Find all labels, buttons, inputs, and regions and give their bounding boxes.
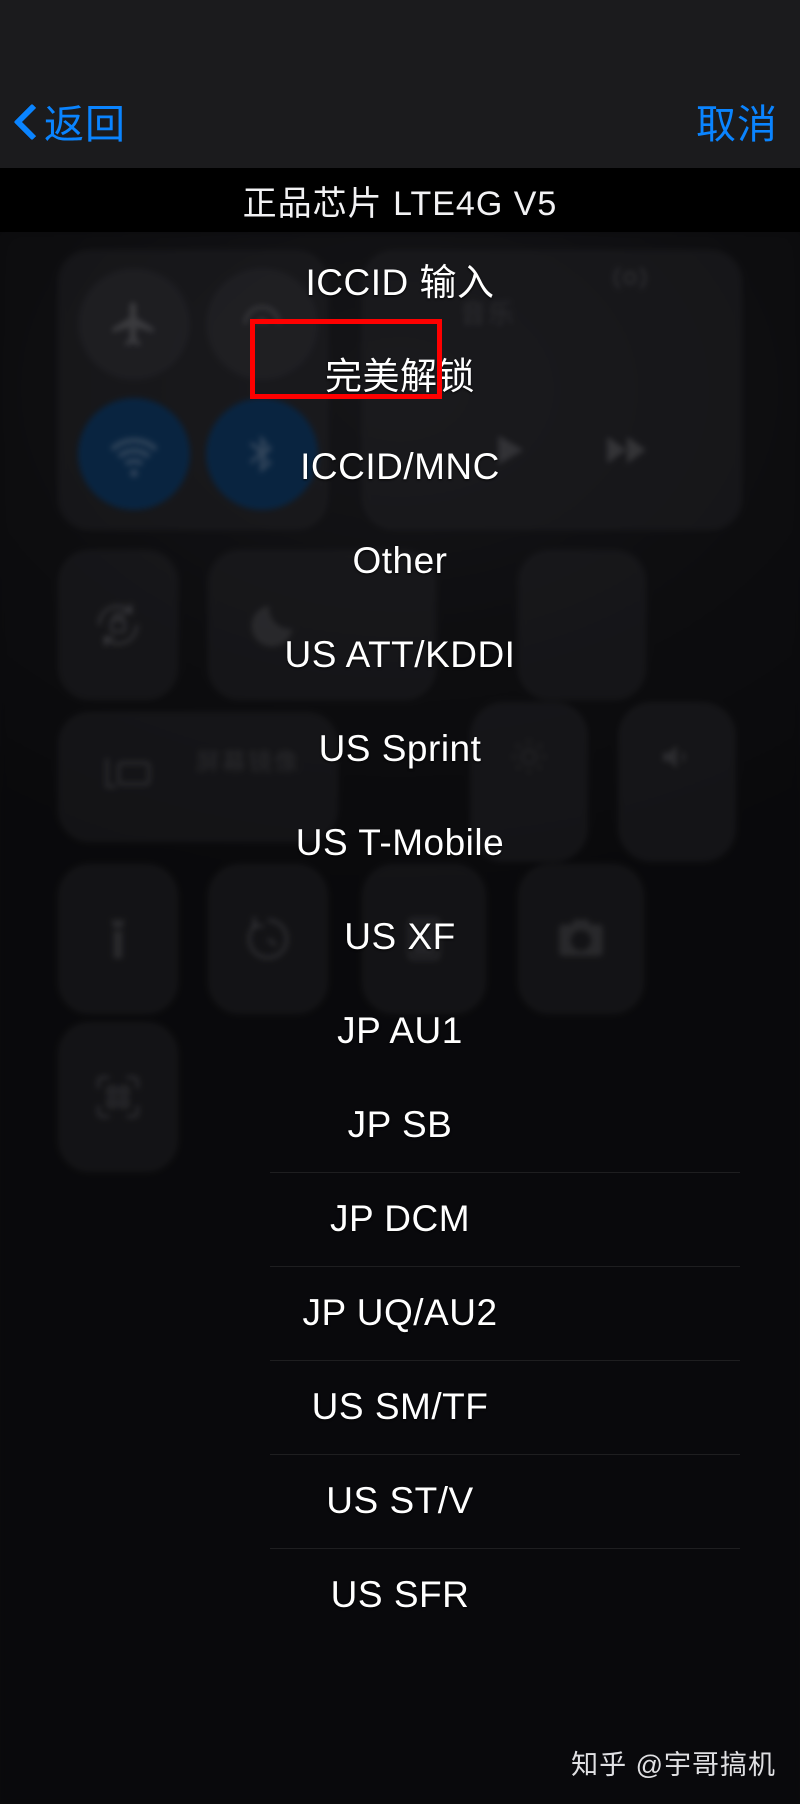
option-row[interactable]: US ST/V xyxy=(0,1454,800,1548)
option-label: US SM/TF xyxy=(311,1386,489,1427)
option-label: US ATT/KDDI xyxy=(284,634,516,675)
watermark: 知乎 @宇哥搞机 xyxy=(571,1750,776,1780)
option-label: JP SB xyxy=(347,1104,453,1145)
option-label: JP AU1 xyxy=(337,1010,463,1051)
option-label: US Sprint xyxy=(318,728,482,769)
carrier-option-list: ICCID 输入 完美解锁 ICCID/MNC Other US ATT/KDDI US … xyxy=(0,232,800,1642)
back-button[interactable]: 返回 xyxy=(14,92,126,150)
option-label: US T-Mobile xyxy=(295,822,505,863)
option-label: ICCID 输入 xyxy=(305,262,495,303)
option-label: ICCID/MNC xyxy=(300,446,500,487)
option-label: Other xyxy=(352,540,448,581)
option-row[interactable]: 完美解锁 xyxy=(0,326,800,420)
option-row[interactable]: JP DCM xyxy=(0,1172,800,1266)
option-row[interactable]: JP AU1 xyxy=(0,984,800,1078)
option-label: JP DCM xyxy=(329,1198,471,1239)
option-row[interactable]: US T-Mobile xyxy=(0,796,800,890)
option-row[interactable]: US ATT/KDDI xyxy=(0,608,800,702)
option-label: 完美解锁 xyxy=(325,356,475,397)
phone-screen: 音乐 屏幕镜像 返回 取消 正品芯片 LTE4G V5 ICCID 输入 完美解… xyxy=(0,0,800,1804)
option-row[interactable]: ICCID 输入 xyxy=(0,232,800,326)
title-bar: 正品芯片 LTE4G V5 xyxy=(0,168,800,232)
chevron-left-icon xyxy=(14,103,36,139)
option-row[interactable]: Other xyxy=(0,514,800,608)
option-label: US XF xyxy=(344,916,456,957)
option-row[interactable]: US Sprint xyxy=(0,702,800,796)
option-label: US SFR xyxy=(330,1574,470,1615)
back-button-label: 返回 xyxy=(44,103,126,147)
option-row[interactable]: US SM/TF xyxy=(0,1360,800,1454)
option-row[interactable]: US XF xyxy=(0,890,800,984)
option-row[interactable]: US SFR xyxy=(0,1548,800,1642)
page-title: 正品芯片 LTE4G V5 xyxy=(242,184,558,223)
option-row[interactable]: JP UQ/AU2 xyxy=(0,1266,800,1360)
cancel-button[interactable]: 取消 xyxy=(696,92,778,150)
option-row[interactable]: ICCID/MNC xyxy=(0,420,800,514)
option-row[interactable]: JP SB xyxy=(0,1078,800,1172)
option-label: US ST/V xyxy=(326,1480,474,1521)
option-label: JP UQ/AU2 xyxy=(302,1292,498,1333)
navigation-bar: 返回 取消 xyxy=(0,0,800,168)
